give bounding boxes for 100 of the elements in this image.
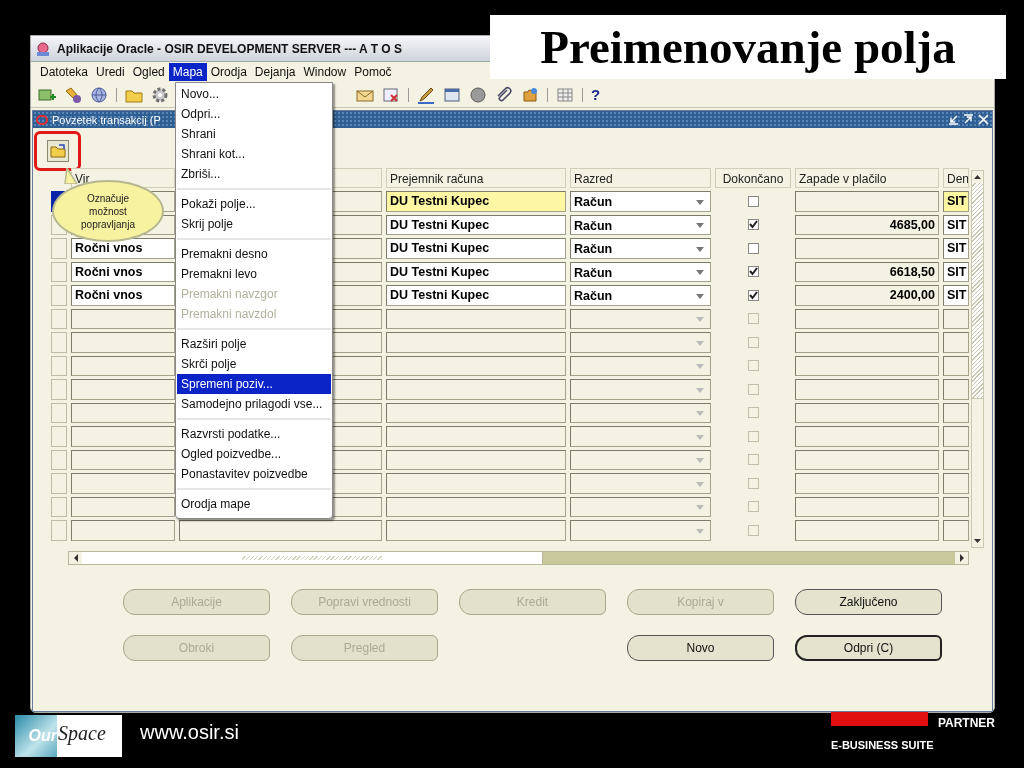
empty-field[interactable] bbox=[71, 426, 175, 447]
empty-field[interactable] bbox=[71, 449, 175, 470]
empty-field[interactable] bbox=[71, 520, 175, 541]
minimize-icon[interactable] bbox=[948, 114, 959, 125]
scroll-left-icon[interactable] bbox=[72, 554, 79, 562]
globe-icon[interactable] bbox=[90, 85, 108, 104]
menu-item[interactable]: Uredi bbox=[92, 63, 129, 81]
empty-field[interactable] bbox=[943, 520, 969, 541]
empty-field[interactable] bbox=[71, 496, 175, 517]
menu-item[interactable]: Premakni desno bbox=[177, 244, 331, 264]
pen-icon[interactable] bbox=[417, 85, 435, 104]
checkbox[interactable] bbox=[747, 454, 759, 466]
menu-item[interactable]: Pomoč bbox=[350, 63, 396, 81]
table-cell[interactable]: DU Testni Kupec bbox=[386, 238, 566, 259]
empty-field[interactable] bbox=[795, 426, 939, 447]
checkbox[interactable] bbox=[747, 477, 759, 489]
empty-field[interactable] bbox=[386, 449, 566, 470]
gear-icon[interactable] bbox=[151, 85, 169, 104]
dropdown-arrow-icon[interactable] bbox=[696, 293, 704, 299]
empty-field[interactable] bbox=[386, 496, 566, 517]
checkbox[interactable] bbox=[747, 430, 759, 442]
dropdown-field[interactable] bbox=[570, 308, 711, 329]
checkbox[interactable] bbox=[747, 289, 759, 301]
dropdown-field[interactable]: Račun bbox=[570, 261, 711, 282]
empty-field[interactable] bbox=[179, 520, 382, 541]
empty-field[interactable] bbox=[386, 402, 566, 423]
dropdown-field[interactable] bbox=[570, 426, 711, 447]
dropdown-field[interactable] bbox=[570, 496, 711, 517]
menu-item[interactable]: Orodja mape bbox=[177, 494, 331, 514]
empty-field[interactable] bbox=[795, 496, 939, 517]
checkbox[interactable] bbox=[747, 524, 759, 536]
empty-field[interactable] bbox=[386, 426, 566, 447]
menu-item[interactable]: Ogled bbox=[128, 63, 169, 81]
menu-item[interactable]: Pokaži polje... bbox=[177, 194, 331, 214]
menu-item[interactable]: Window bbox=[299, 63, 351, 81]
table-cell[interactable]: DU Testni Kupec bbox=[386, 261, 566, 282]
menu-item[interactable]: Mapa bbox=[168, 63, 207, 81]
empty-field[interactable] bbox=[943, 402, 969, 423]
dropdown-field[interactable]: Račun bbox=[570, 238, 711, 259]
dropdown-arrow-icon[interactable] bbox=[696, 223, 704, 229]
table-cell[interactable]: Ročni vnos bbox=[71, 285, 175, 306]
scroll-right-icon[interactable] bbox=[958, 554, 965, 562]
empty-field[interactable] bbox=[71, 473, 175, 494]
menu-item[interactable]: Dejanja bbox=[250, 63, 300, 81]
paperclip-icon[interactable] bbox=[495, 85, 513, 104]
folder-button[interactable] bbox=[46, 140, 69, 162]
empty-field[interactable] bbox=[71, 355, 175, 376]
empty-field[interactable] bbox=[386, 520, 566, 541]
empty-field[interactable] bbox=[943, 426, 969, 447]
empty-field[interactable] bbox=[943, 332, 969, 353]
menu-item[interactable]: Spremeni poziv... bbox=[177, 374, 331, 394]
action-button[interactable]: Novo bbox=[627, 635, 774, 661]
dropdown-field[interactable] bbox=[570, 402, 711, 423]
empty-field[interactable] bbox=[795, 473, 939, 494]
empty-field[interactable] bbox=[943, 496, 969, 517]
dropdown-field[interactable] bbox=[570, 520, 711, 541]
column-header[interactable]: Zapade v plačilo bbox=[795, 168, 939, 188]
menu-item[interactable]: Razširi polje bbox=[177, 334, 331, 354]
checkbox[interactable] bbox=[747, 360, 759, 372]
menu-item[interactable]: Samodejno prilagodi vse... bbox=[177, 394, 331, 414]
table-cell[interactable]: SIT bbox=[943, 214, 969, 235]
dropdown-field[interactable] bbox=[570, 355, 711, 376]
menu-item[interactable]: Datoteka bbox=[36, 63, 93, 81]
checkbox[interactable] bbox=[747, 407, 759, 419]
empty-field[interactable] bbox=[795, 449, 939, 470]
empty-field[interactable] bbox=[71, 379, 175, 400]
checkbox[interactable] bbox=[747, 242, 759, 254]
table-cell[interactable]: 4685,00 bbox=[795, 214, 939, 235]
menu-item[interactable]: Razvrsti podatke... bbox=[177, 424, 331, 444]
checkbox[interactable] bbox=[747, 336, 759, 348]
empty-field[interactable] bbox=[71, 332, 175, 353]
menu-item[interactable]: Shrani kot... bbox=[177, 144, 331, 164]
dropdown-arrow-icon[interactable] bbox=[696, 246, 704, 252]
table-cell[interactable]: DU Testni Kupec bbox=[386, 285, 566, 306]
menu-item[interactable]: Odpri... bbox=[177, 104, 331, 124]
empty-field[interactable] bbox=[795, 191, 939, 212]
checkbox[interactable] bbox=[747, 501, 759, 513]
table-cell[interactable]: Ročni vnos bbox=[71, 261, 175, 282]
menu-item[interactable]: Skrij polje bbox=[177, 214, 331, 234]
checkbox[interactable] bbox=[747, 266, 759, 278]
puzzle-icon[interactable] bbox=[521, 85, 539, 104]
menu-item[interactable]: Ogled poizvedbe... bbox=[177, 444, 331, 464]
table-cell[interactable]: DU Testni Kupec bbox=[386, 191, 566, 212]
table-cell[interactable]: Ročni vnos bbox=[71, 238, 175, 259]
empty-field[interactable] bbox=[386, 473, 566, 494]
empty-field[interactable] bbox=[943, 473, 969, 494]
empty-field[interactable] bbox=[795, 379, 939, 400]
table-cell[interactable]: SIT bbox=[943, 191, 969, 212]
flashlight-icon[interactable] bbox=[64, 85, 82, 104]
column-header[interactable]: Dokončano bbox=[715, 168, 791, 188]
column-header[interactable]: Den bbox=[943, 168, 969, 188]
empty-field[interactable] bbox=[795, 308, 939, 329]
empty-field[interactable] bbox=[386, 308, 566, 329]
checkbox[interactable] bbox=[747, 195, 759, 207]
checkbox[interactable] bbox=[747, 219, 759, 231]
menu-item[interactable]: Shrani bbox=[177, 124, 331, 144]
menu-item[interactable]: Premakni levo bbox=[177, 264, 331, 284]
empty-field[interactable] bbox=[943, 449, 969, 470]
empty-field[interactable] bbox=[943, 308, 969, 329]
dropdown-field[interactable] bbox=[570, 473, 711, 494]
